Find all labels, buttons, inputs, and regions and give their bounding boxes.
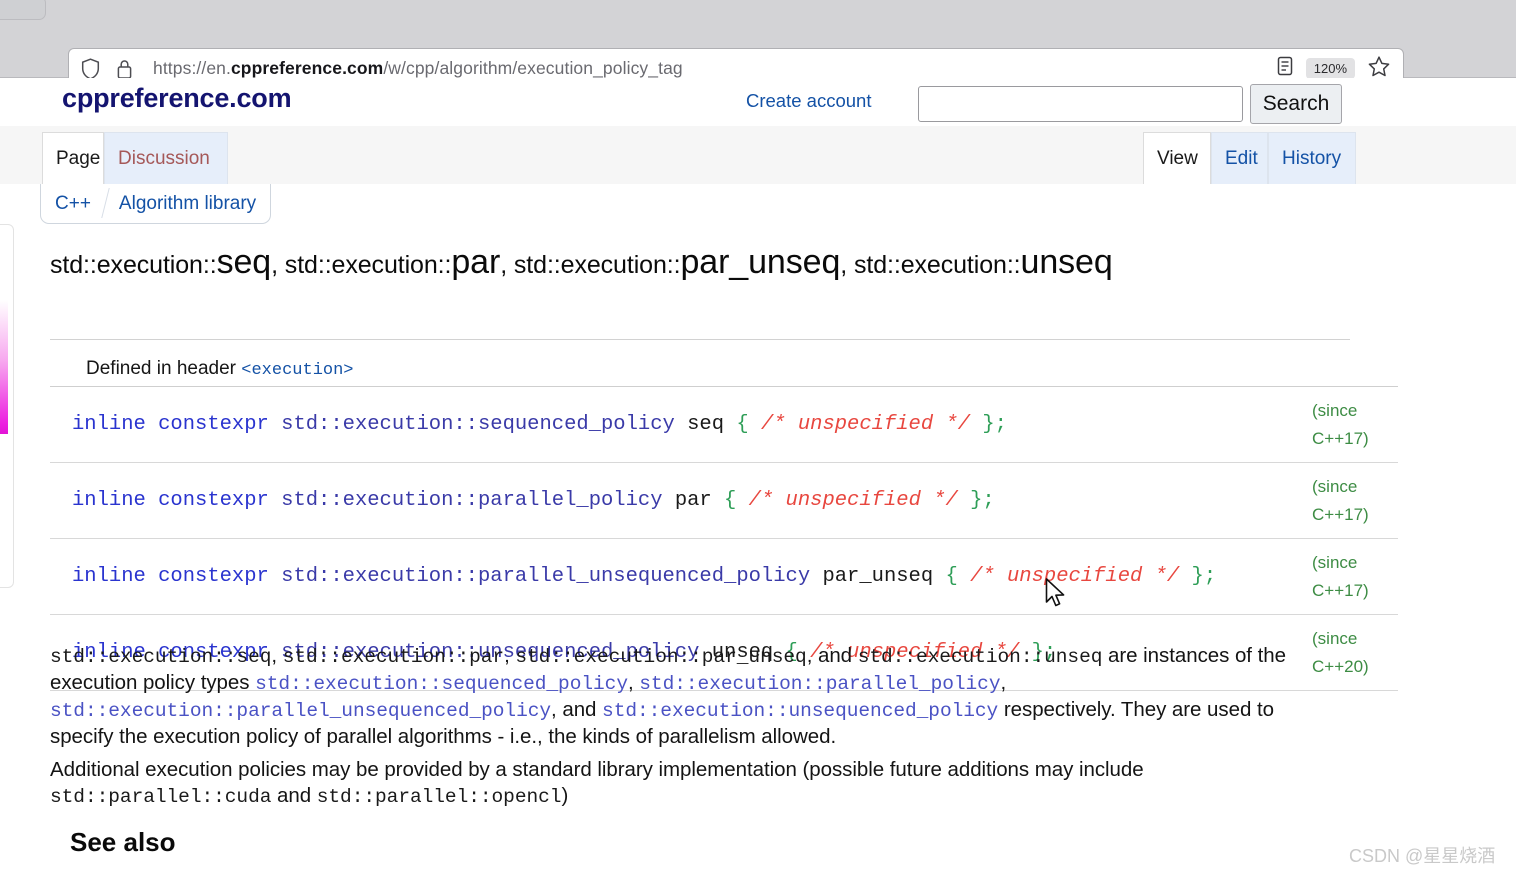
description-paragraph-2: Additional execution policies may be pro… xyxy=(50,757,1335,811)
tab-view[interactable]: View xyxy=(1143,132,1211,184)
description-paragraph-1: std::execution::seq, std::execution::par… xyxy=(50,643,1335,751)
url-path: /w/cpp/algorithm/execution_policy_tag xyxy=(383,58,683,78)
text-frag: ) xyxy=(561,783,569,807)
inline-code-opencl: std::parallel::opencl xyxy=(316,785,562,808)
declaration-code-par-unseq: inline constexpr std::execution::paralle… xyxy=(50,538,1306,616)
defined-in-header-cell: Defined in header <execution> xyxy=(50,355,1398,387)
breadcrumb: C++ Algorithm library xyxy=(40,184,272,224)
text-frag: , xyxy=(271,643,283,667)
code-varname: par_unseq xyxy=(810,565,946,589)
inline-code-seq: std::execution::seq xyxy=(50,645,272,668)
left-accent-strip xyxy=(0,300,8,434)
tab-discussion[interactable]: Discussion xyxy=(104,132,228,184)
code-type[interactable]: std::execution::parallel_policy xyxy=(281,489,662,512)
code-type[interactable]: std::execution::parallel_unsequenced_pol… xyxy=(281,565,810,588)
title-name-seq: seq xyxy=(216,243,272,281)
code-comment: /* unspecified */ xyxy=(760,413,971,437)
defined-in-header-row: Defined in header <execution> xyxy=(50,355,1398,387)
code-open-brace: { xyxy=(945,565,971,589)
zoom-level-badge[interactable]: 120% xyxy=(1305,58,1355,79)
code-keyword: inline constexpr xyxy=(72,489,282,513)
wiki-tab-bar: Page Discussion View Edit History xyxy=(0,126,1516,185)
inline-code-cuda: std::parallel::cuda xyxy=(50,785,272,808)
title-ns-2: std::execution:: xyxy=(284,251,452,279)
title-ns-1: std::execution:: xyxy=(50,251,217,279)
declaration-table: Defined in header <execution> inline con… xyxy=(50,355,1398,692)
tab-edit[interactable]: Edit xyxy=(1211,132,1268,184)
site-header: cppreference.com Create account Search xyxy=(0,78,1516,126)
title-name-par-unseq: par_unseq xyxy=(680,243,841,281)
title-sep-3: , xyxy=(840,251,854,279)
url-prefix: https://en. xyxy=(153,58,231,78)
declaration-code-par: inline constexpr std::execution::paralle… xyxy=(50,462,1306,540)
table-row: inline constexpr std::execution::paralle… xyxy=(50,462,1398,540)
code-close-brace: }; xyxy=(970,413,1007,437)
shield-icon xyxy=(81,57,100,80)
browser-tab[interactable] xyxy=(0,0,46,20)
title-name-unseq: unseq xyxy=(1020,243,1113,281)
browser-tab-strip xyxy=(0,0,1516,21)
code-close-brace: }; xyxy=(1179,565,1217,589)
title-ns-3: std::execution:: xyxy=(513,251,681,279)
code-varname: par xyxy=(662,489,725,513)
url-text: https://en.cppreference.com/w/cpp/algori… xyxy=(153,58,1276,79)
site-logo[interactable]: cppreference.com xyxy=(62,83,292,114)
text-frag: , and xyxy=(551,697,603,721)
watermark: CSDN @星星烧酒 xyxy=(1349,846,1496,866)
link-unsequenced-policy[interactable]: std::execution::unsequenced_policy xyxy=(602,700,998,722)
code-keyword: inline constexpr xyxy=(72,413,282,437)
link-sequenced-policy[interactable]: std::execution::sequenced_policy xyxy=(255,673,628,695)
text-frag: , xyxy=(627,670,640,694)
see-also-heading: See also xyxy=(70,827,176,857)
title-ns-4: std::execution:: xyxy=(853,251,1021,279)
version-badge: (since C++17) xyxy=(1306,386,1398,464)
text-frag: Additional execution policies may be pro… xyxy=(50,757,1144,781)
inline-code-par: std::execution::par xyxy=(282,645,505,668)
breadcrumb-item-cpp[interactable]: C++ xyxy=(41,184,105,223)
browser-toolbar: https://en.cppreference.com/w/cpp/algori… xyxy=(0,20,1516,89)
text-frag: and xyxy=(271,783,317,807)
tab-page[interactable]: Page xyxy=(42,132,104,184)
title-sep-2: , xyxy=(500,251,514,279)
link-parallel-unsequenced-policy[interactable]: std::execution::parallel_unsequenced_pol… xyxy=(50,700,551,722)
inline-code-unseq: std::execution::unseq xyxy=(857,645,1103,668)
inline-code-par-unseq: std::execution::par_unseq xyxy=(515,645,807,668)
code-open-brace: { xyxy=(736,413,761,437)
header-file-link[interactable]: <execution> xyxy=(241,361,353,380)
lock-icon xyxy=(116,58,133,80)
code-varname: seq xyxy=(674,413,737,437)
code-comment: /* unspecified */ xyxy=(748,489,958,513)
declaration-code-seq: inline constexpr std::execution::sequenc… xyxy=(50,386,1306,464)
defined-in-header-label: Defined in header xyxy=(86,358,242,379)
table-row: inline constexpr std::execution::sequenc… xyxy=(50,386,1398,464)
code-type[interactable]: std::execution::sequenced_policy xyxy=(281,413,675,436)
breadcrumb-item-algorithm-library[interactable]: Algorithm library xyxy=(105,184,270,223)
code-open-brace: { xyxy=(724,489,749,513)
table-row: inline constexpr std::execution::paralle… xyxy=(50,538,1398,616)
text-frag: , and xyxy=(806,643,858,667)
page-content: std::execution::seq, std::execution::par… xyxy=(0,224,1516,857)
create-account-link[interactable]: Create account xyxy=(746,90,871,112)
code-close-brace: }; xyxy=(957,489,995,513)
version-badge: (since C++17) xyxy=(1306,538,1398,616)
link-parallel-policy[interactable]: std::execution::parallel_policy xyxy=(639,673,1000,695)
tab-history[interactable]: History xyxy=(1268,132,1356,184)
search-button[interactable]: Search xyxy=(1250,84,1342,124)
title-sep-1: , xyxy=(271,251,285,279)
code-keyword: inline constexpr xyxy=(72,565,282,589)
page-title: std::execution::seq, std::execution::par… xyxy=(0,224,1410,292)
text-frag: , xyxy=(504,643,516,667)
title-divider xyxy=(50,339,1350,340)
code-comment: /* unspecified */ xyxy=(970,565,1180,589)
text-frag: , xyxy=(1000,670,1007,694)
url-domain: cppreference.com xyxy=(230,58,384,78)
browser-window: https://en.cppreference.com/w/cpp/algori… xyxy=(0,0,1516,873)
search-input[interactable] xyxy=(918,86,1243,122)
title-name-par: par xyxy=(451,243,501,281)
breadcrumb-bar: C++ Algorithm library xyxy=(0,184,1516,224)
version-badge: (since C++17) xyxy=(1306,462,1398,540)
